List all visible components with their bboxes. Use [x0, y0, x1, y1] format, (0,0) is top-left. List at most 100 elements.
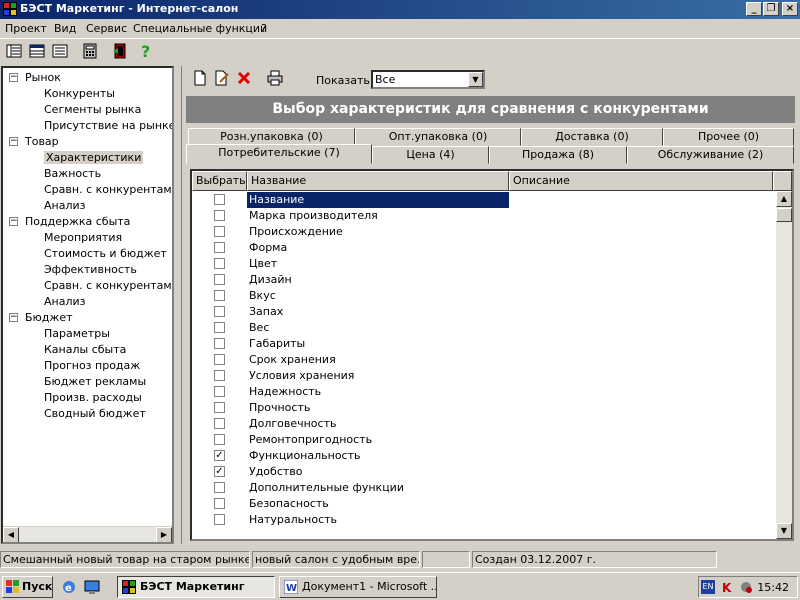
characteristic-name[interactable]: Ремонтопригодность — [247, 432, 372, 448]
select-checkbox[interactable] — [214, 354, 225, 365]
tree-item[interactable]: Эффективность — [44, 262, 137, 278]
tab-service[interactable]: Обслуживание (2) — [627, 146, 794, 164]
table-row[interactable]: Название — [192, 192, 772, 208]
table-row[interactable]: Долговечность — [192, 416, 772, 432]
tree-collapse-icon[interactable]: − — [9, 73, 18, 82]
tree-item[interactable]: Присутствие на рынке — [44, 118, 172, 134]
tree-collapse-icon[interactable]: − — [9, 217, 18, 226]
select-checkbox[interactable] — [214, 306, 225, 317]
language-indicator[interactable]: EN — [701, 580, 715, 594]
select-checkbox[interactable] — [214, 210, 225, 221]
tree-item[interactable]: Произв. расходы — [44, 390, 142, 406]
view-details-button[interactable] — [50, 42, 70, 61]
menu-view[interactable]: Вид — [54, 22, 76, 35]
table-row[interactable]: Вкус — [192, 288, 772, 304]
dropdown-arrow-icon[interactable]: ▼ — [468, 72, 483, 87]
tree-horizontal-scrollbar[interactable]: ◀ ▶ — [3, 526, 172, 542]
table-row[interactable]: Срок хранения — [192, 352, 772, 368]
tree-group[interactable]: Бюджет — [25, 310, 73, 326]
characteristic-name[interactable]: Марка производителя — [247, 208, 378, 224]
tab-price[interactable]: Цена (4) — [372, 146, 489, 164]
menu-help[interactable]: ? — [261, 22, 267, 35]
select-checkbox[interactable] — [214, 402, 225, 413]
select-checkbox[interactable] — [214, 322, 225, 333]
antivirus-icon[interactable]: K — [720, 580, 734, 594]
table-row[interactable]: Происхождение — [192, 224, 772, 240]
characteristic-name[interactable]: Дизайн — [247, 272, 292, 288]
minimize-button[interactable]: _ — [746, 2, 762, 16]
select-checkbox[interactable] — [214, 194, 225, 205]
select-checkbox[interactable] — [214, 482, 225, 493]
table-row[interactable]: Вес — [192, 320, 772, 336]
tree-item[interactable]: Важность — [44, 166, 101, 182]
select-checkbox[interactable] — [214, 242, 225, 253]
select-checkbox[interactable] — [214, 290, 225, 301]
table-row[interactable]: Габариты — [192, 336, 772, 352]
select-checkbox[interactable]: ✓ — [214, 450, 225, 461]
restore-button[interactable]: ❐ — [763, 2, 779, 16]
column-description[interactable]: Описание — [509, 171, 773, 191]
tree-group[interactable]: Поддержка сбыта — [25, 214, 130, 230]
delete-button[interactable] — [234, 69, 254, 88]
calculator-button[interactable] — [80, 42, 100, 61]
view-list-button[interactable] — [4, 42, 24, 61]
tree-item[interactable]: Каналы сбыта — [44, 342, 126, 358]
select-checkbox[interactable] — [214, 514, 225, 525]
select-checkbox[interactable] — [214, 338, 225, 349]
characteristic-name[interactable]: Форма — [247, 240, 287, 256]
select-checkbox[interactable] — [214, 370, 225, 381]
menu-project[interactable]: Проект — [5, 22, 47, 35]
new-button[interactable] — [190, 69, 210, 88]
characteristic-name[interactable]: Вес — [247, 320, 269, 336]
task-word-document[interactable]: W Документ1 - Microsoft ... — [279, 576, 437, 598]
tree-item[interactable]: Анализ — [44, 198, 86, 214]
tree-collapse-icon[interactable]: − — [9, 137, 18, 146]
tree-item[interactable]: Сравн. с конкурентами — [44, 278, 172, 294]
characteristic-name[interactable]: Условия хранения — [247, 368, 354, 384]
tree-item[interactable]: Анализ — [44, 294, 86, 310]
characteristic-name[interactable]: Натуральность — [247, 512, 337, 528]
tree-group[interactable]: Рынок — [25, 70, 61, 86]
table-row[interactable]: Ремонтопригодность — [192, 432, 772, 448]
table-row[interactable]: Марка производителя — [192, 208, 772, 224]
print-button[interactable] — [265, 69, 285, 88]
start-button[interactable]: Пуск — [2, 576, 53, 598]
select-checkbox[interactable] — [214, 418, 225, 429]
tab-sales[interactable]: Продажа (8) — [489, 146, 627, 164]
characteristic-name[interactable]: Запах — [247, 304, 283, 320]
internet-explorer-icon[interactable]: e — [61, 579, 77, 595]
tree-item[interactable]: Бюджет рекламы — [44, 374, 146, 390]
table-row[interactable]: Прочность — [192, 400, 772, 416]
characteristic-name[interactable]: Название — [247, 192, 509, 208]
tab-other[interactable]: Прочее (0) — [663, 128, 794, 146]
tree-item[interactable]: Стоимость и бюджет — [44, 246, 167, 262]
view-table-button[interactable] — [27, 42, 47, 61]
grid-vertical-scrollbar[interactable]: ▲ ▼ — [776, 191, 792, 539]
scroll-down-icon[interactable]: ▼ — [776, 523, 792, 539]
characteristic-name[interactable]: Происхождение — [247, 224, 343, 240]
tab-delivery[interactable]: Доставка (0) — [521, 128, 663, 146]
scroll-right-icon[interactable]: ▶ — [156, 527, 172, 542]
tree-item[interactable]: Параметры — [44, 326, 110, 342]
table-row[interactable]: Дополнительные функции — [192, 480, 772, 496]
tree-item[interactable]: Сравн. с конкурентами — [44, 182, 172, 198]
tree-collapse-icon[interactable]: − — [9, 313, 18, 322]
column-name[interactable]: Название — [247, 171, 509, 191]
filter-select[interactable]: Все ▼ — [371, 70, 485, 89]
table-row[interactable]: Условия хранения — [192, 368, 772, 384]
characteristic-name[interactable]: Функциональность — [247, 448, 361, 464]
menu-special-functions[interactable]: Специальные функции — [133, 22, 267, 35]
tab-consumer[interactable]: Потребительские (7) — [186, 144, 372, 164]
table-row[interactable]: Безопасность — [192, 496, 772, 512]
tree-item[interactable]: Прогноз продаж — [44, 358, 140, 374]
table-row[interactable]: Натуральность — [192, 512, 772, 528]
scroll-left-icon[interactable]: ◀ — [3, 527, 19, 542]
select-checkbox[interactable] — [214, 434, 225, 445]
table-row[interactable]: Цвет — [192, 256, 772, 272]
characteristic-name[interactable]: Удобство — [247, 464, 303, 480]
column-select[interactable]: Выбрать — [192, 171, 247, 191]
edit-button[interactable] — [212, 69, 232, 88]
table-row[interactable]: Дизайн — [192, 272, 772, 288]
characteristic-name[interactable]: Дополнительные функции — [247, 480, 404, 496]
menu-service[interactable]: Сервис — [86, 22, 127, 35]
